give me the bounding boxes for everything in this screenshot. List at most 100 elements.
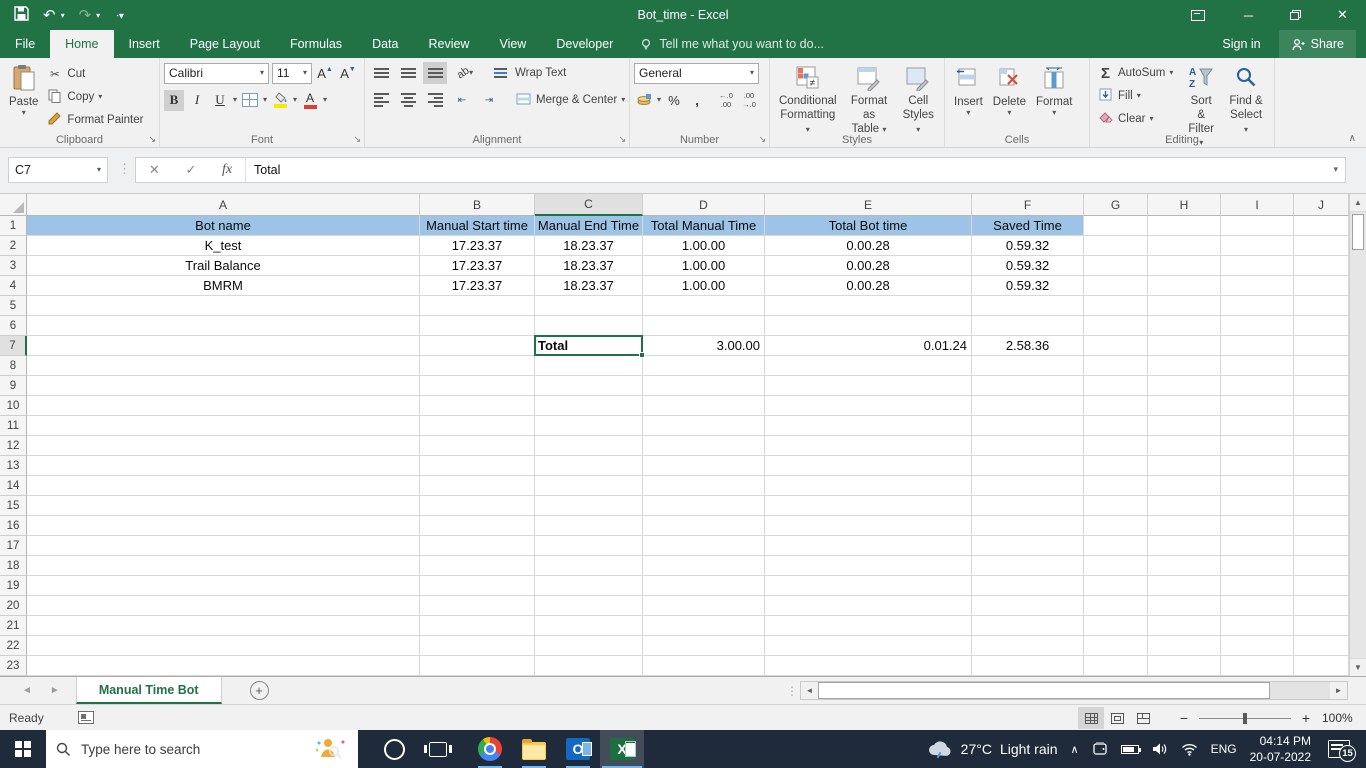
cell-H5[interactable] bbox=[1148, 296, 1221, 316]
cell-A14[interactable] bbox=[27, 476, 420, 496]
cell-A23[interactable] bbox=[27, 656, 420, 676]
cell-B20[interactable] bbox=[420, 596, 535, 616]
row-header-14[interactable]: 14 bbox=[0, 476, 27, 496]
cell-A17[interactable] bbox=[27, 536, 420, 556]
page-break-view-button[interactable] bbox=[1130, 707, 1156, 729]
wrap-text-button[interactable]: Wrap Text bbox=[491, 62, 569, 84]
cell-F22[interactable] bbox=[972, 636, 1084, 656]
cell-C16[interactable] bbox=[535, 516, 643, 536]
cell-I2[interactable] bbox=[1221, 236, 1294, 256]
increase-font-size-button[interactable]: A ▲ bbox=[315, 63, 335, 84]
cell-G8[interactable] bbox=[1084, 356, 1148, 376]
cell-I1[interactable] bbox=[1221, 216, 1294, 236]
row-header-4[interactable]: 4 bbox=[0, 276, 27, 296]
cell-C22[interactable] bbox=[535, 636, 643, 656]
scroll-up-icon[interactable]: ▲ bbox=[1350, 194, 1366, 212]
cell-A11[interactable] bbox=[27, 416, 420, 436]
cell-D3[interactable]: 1.00.00 bbox=[643, 256, 765, 276]
cell-C3[interactable]: 18.23.37 bbox=[535, 256, 643, 276]
increase-indent-button[interactable]: ⇥ bbox=[477, 89, 501, 111]
row-header-18[interactable]: 18 bbox=[0, 556, 27, 576]
cell-E11[interactable] bbox=[765, 416, 972, 436]
cell-J2[interactable] bbox=[1294, 236, 1349, 256]
tab-view[interactable]: View bbox=[484, 30, 541, 58]
cell-B15[interactable] bbox=[420, 496, 535, 516]
cell-I17[interactable] bbox=[1221, 536, 1294, 556]
cell-E19[interactable] bbox=[765, 576, 972, 596]
sheet-tab-manual-time-bot[interactable]: Manual Time Bot bbox=[75, 677, 222, 704]
cell-B13[interactable] bbox=[420, 456, 535, 476]
merge-center-button[interactable]: Merge & Center ▾ bbox=[512, 89, 628, 111]
cell-D20[interactable] bbox=[643, 596, 765, 616]
scrollbar-splitter[interactable]: ⋮ bbox=[786, 684, 798, 698]
select-all-corner[interactable] bbox=[0, 194, 27, 216]
cell-J9[interactable] bbox=[1294, 376, 1349, 396]
row-header-8[interactable]: 8 bbox=[0, 356, 27, 376]
borders-dropdown-icon[interactable]: ▾ bbox=[263, 96, 267, 104]
cell-A18[interactable] bbox=[27, 556, 420, 576]
top-align-button[interactable] bbox=[369, 62, 393, 84]
cell-F14[interactable] bbox=[972, 476, 1084, 496]
cell-G12[interactable] bbox=[1084, 436, 1148, 456]
cancel-entry-icon[interactable]: ✕ bbox=[149, 162, 160, 178]
cell-E17[interactable] bbox=[765, 536, 972, 556]
customize-qat-icon[interactable]: ⸱▾ bbox=[116, 8, 124, 22]
italic-button[interactable]: I bbox=[187, 90, 207, 111]
formula-input[interactable]: Total bbox=[246, 163, 1345, 177]
row-header-22[interactable]: 22 bbox=[0, 636, 27, 656]
cell-B7[interactable] bbox=[420, 336, 535, 356]
macro-record-icon[interactable] bbox=[77, 711, 94, 724]
cell-G3[interactable] bbox=[1084, 256, 1148, 276]
cell-B3[interactable]: 17.23.37 bbox=[420, 256, 535, 276]
cell-F9[interactable] bbox=[972, 376, 1084, 396]
cell-I15[interactable] bbox=[1221, 496, 1294, 516]
tab-data[interactable]: Data bbox=[357, 30, 413, 58]
cell-D8[interactable] bbox=[643, 356, 765, 376]
cell-A19[interactable] bbox=[27, 576, 420, 596]
cell-I14[interactable] bbox=[1221, 476, 1294, 496]
cell-E12[interactable] bbox=[765, 436, 972, 456]
cell-B16[interactable] bbox=[420, 516, 535, 536]
column-header-I[interactable]: I bbox=[1221, 194, 1294, 216]
cell-E9[interactable] bbox=[765, 376, 972, 396]
cell-C4[interactable]: 18.23.37 bbox=[535, 276, 643, 296]
number-dialog-launcher-icon[interactable]: ↘ bbox=[758, 134, 766, 145]
tray-device-icon[interactable] bbox=[1092, 742, 1108, 756]
cell-F7[interactable]: 2.58.36 bbox=[972, 336, 1084, 356]
cell-G20[interactable] bbox=[1084, 596, 1148, 616]
cell-D18[interactable] bbox=[643, 556, 765, 576]
cell-C7[interactable]: Total bbox=[535, 336, 643, 356]
cell-E22[interactable] bbox=[765, 636, 972, 656]
clear-dropdown-icon[interactable]: ▾ bbox=[1149, 115, 1153, 123]
cell-H7[interactable] bbox=[1148, 336, 1221, 356]
cell-D12[interactable] bbox=[643, 436, 765, 456]
cell-I4[interactable] bbox=[1221, 276, 1294, 296]
sheet-nav-left-icon[interactable]: ◄ bbox=[22, 685, 32, 696]
cell-D6[interactable] bbox=[643, 316, 765, 336]
cell-D10[interactable] bbox=[643, 396, 765, 416]
cell-D11[interactable] bbox=[643, 416, 765, 436]
column-header-J[interactable]: J bbox=[1294, 194, 1349, 216]
alignment-dialog-launcher-icon[interactable]: ↘ bbox=[618, 134, 626, 145]
cell-F18[interactable] bbox=[972, 556, 1084, 576]
fill-color-button[interactable] bbox=[270, 90, 290, 111]
column-header-D[interactable]: D bbox=[643, 194, 765, 216]
cell-D19[interactable] bbox=[643, 576, 765, 596]
column-header-F[interactable]: F bbox=[972, 194, 1084, 216]
cell-G14[interactable] bbox=[1084, 476, 1148, 496]
fill-button[interactable]: Fill ▾ bbox=[1094, 85, 1176, 107]
cell-J8[interactable] bbox=[1294, 356, 1349, 376]
cell-G21[interactable] bbox=[1084, 616, 1148, 636]
cell-G19[interactable] bbox=[1084, 576, 1148, 596]
cell-J4[interactable] bbox=[1294, 276, 1349, 296]
cell-H12[interactable] bbox=[1148, 436, 1221, 456]
taskbar-search-input[interactable]: Type here to search bbox=[46, 730, 358, 768]
cell-F17[interactable] bbox=[972, 536, 1084, 556]
tab-developer[interactable]: Developer bbox=[541, 30, 628, 58]
row-header-19[interactable]: 19 bbox=[0, 576, 27, 596]
zoom-level[interactable]: 100% bbox=[1322, 711, 1366, 725]
paste-button[interactable]: Paste ▾ bbox=[4, 61, 43, 119]
outlook-taskbar-button[interactable]: O bbox=[556, 730, 600, 768]
cell-E6[interactable] bbox=[765, 316, 972, 336]
align-right-button[interactable] bbox=[423, 89, 447, 111]
